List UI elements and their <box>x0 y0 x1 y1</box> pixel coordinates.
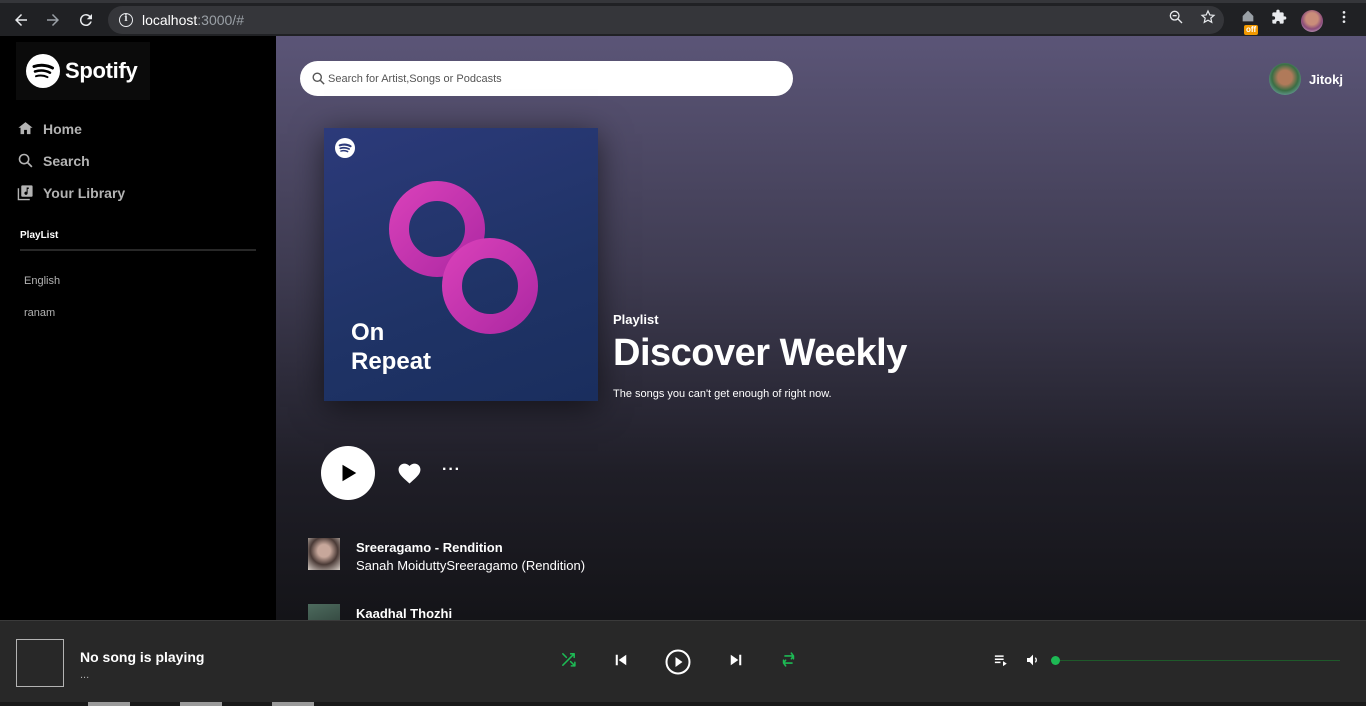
user-menu[interactable]: Jitokj <box>1269 63 1343 95</box>
home-icon <box>18 122 33 135</box>
previous-button[interactable] <box>614 653 628 672</box>
now-playing-art <box>16 639 64 687</box>
repeat-icon <box>782 652 795 667</box>
extension-badge: off <box>1244 25 1259 35</box>
heart-icon <box>398 463 421 484</box>
queue-button[interactable] <box>993 653 1008 673</box>
zoom-icon[interactable] <box>1168 9 1184 30</box>
song-thumbnail <box>308 538 340 570</box>
playlist-queue-icon <box>994 655 1007 667</box>
shuffle-button[interactable] <box>560 651 577 673</box>
now-playing-title: No song is playing <box>80 649 205 665</box>
reload-icon[interactable] <box>73 7 99 33</box>
spotify-logo-text: Spotify <box>65 58 138 83</box>
next-button[interactable] <box>729 653 743 672</box>
playlist-description: The songs you can't get enough of right … <box>613 388 832 400</box>
nav-home[interactable]: Home <box>17 120 82 137</box>
play-icon <box>342 464 357 482</box>
skip-next-icon <box>730 654 742 666</box>
shuffle-icon <box>562 653 576 667</box>
cover-title: On Repeat <box>351 319 432 375</box>
forward-icon[interactable] <box>40 7 66 33</box>
spotify-logo-icon <box>26 54 60 88</box>
volume-slider-track[interactable] <box>1055 660 1340 661</box>
browser-profile-avatar[interactable] <box>1301 10 1323 32</box>
sidebar-divider <box>20 249 256 251</box>
sidebar-playlist-item[interactable]: ranam <box>24 307 55 319</box>
url-text: localhost:3000/# <box>142 12 244 28</box>
sidebar: Spotify Home Search Your Library PlayLis… <box>0 36 276 620</box>
song-title: Sreeragamo - Rendition <box>356 540 503 555</box>
nav-search-label: Search <box>43 152 90 169</box>
library-icon <box>17 185 33 201</box>
volume-slider-handle[interactable] <box>1051 656 1060 665</box>
address-bar[interactable]: i localhost:3000/# <box>108 6 1224 34</box>
main-content: Jitokj On Repeat Playlist Discover Weekl… <box>276 36 1366 620</box>
playlist-section-title: PlayList <box>20 230 59 241</box>
bottom-strip <box>0 702 1366 706</box>
more-options-icon[interactable]: ··· <box>442 461 461 479</box>
user-name: Jitokj <box>1309 71 1343 87</box>
sidebar-playlist-item[interactable]: English <box>24 275 60 287</box>
song-row[interactable]: Sreeragamo - Rendition Sanah MoiduttySre… <box>308 538 585 573</box>
play-circle-icon <box>665 649 691 675</box>
nav-library[interactable]: Your Library <box>17 184 125 201</box>
user-avatar <box>1269 63 1301 95</box>
search-icon <box>312 72 325 85</box>
song-row[interactable]: Kaadhal Thozhi <box>308 604 452 620</box>
volume-icon <box>1027 654 1037 666</box>
site-info-icon[interactable]: i <box>119 13 133 27</box>
like-button[interactable] <box>397 461 422 489</box>
playlist-title: Discover Weekly <box>613 332 907 374</box>
nav-home-label: Home <box>43 120 82 137</box>
search-bar[interactable] <box>300 61 793 96</box>
playlist-type-label: Playlist <box>613 312 659 327</box>
search-input[interactable] <box>328 61 778 96</box>
player-bar: No song is playing ... <box>0 620 1366 706</box>
spotify-logo[interactable]: Spotify <box>16 42 150 100</box>
bookmark-star-icon[interactable] <box>1200 9 1216 30</box>
song-artist: Sanah MoiduttySreeragamo (Rendition) <box>356 558 586 573</box>
kebab-menu-icon[interactable] <box>1336 9 1352 30</box>
volume-button[interactable] <box>1025 652 1041 673</box>
browser-toolbar: i localhost:3000/# off <box>0 0 1366 36</box>
play-playlist-button[interactable] <box>321 446 375 500</box>
back-icon[interactable] <box>8 7 34 33</box>
now-playing-artist: ... <box>80 669 90 681</box>
song-title: Kaadhal Thozhi <box>356 606 453 620</box>
play-pause-button[interactable] <box>665 649 691 680</box>
puzzle-icon[interactable] <box>1271 9 1287 30</box>
nav-library-label: Your Library <box>43 184 126 201</box>
repeat-button[interactable] <box>780 651 797 673</box>
skip-previous-icon <box>615 654 627 666</box>
song-thumbnail <box>308 604 340 620</box>
nav-search[interactable]: Search <box>17 152 90 169</box>
search-icon <box>18 153 33 168</box>
playlist-cover: On Repeat <box>324 128 598 401</box>
